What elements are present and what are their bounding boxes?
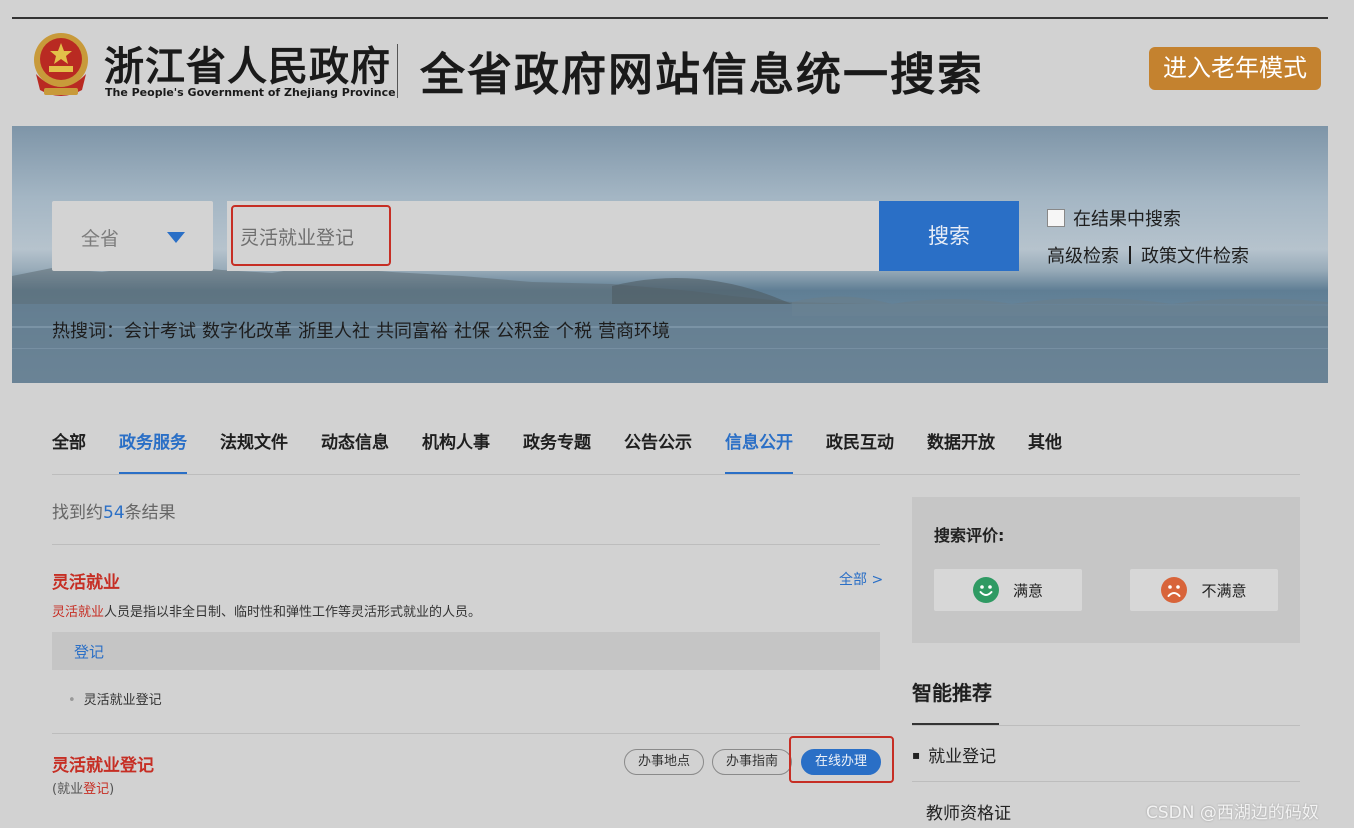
hot-word[interactable]: 个税 — [556, 321, 592, 342]
tab-regulations[interactable]: 法规文件 — [220, 428, 288, 474]
count-suffix: 条结果 — [124, 503, 176, 523]
bullet-icon: ▪ — [912, 748, 921, 762]
category-tabs: 全部 政务服务 法规文件 动态信息 机构人事 政务专题 公告公示 信息公开 政民… — [52, 428, 1062, 474]
tab-open-data[interactable]: 数据开放 — [927, 428, 995, 474]
scope-select[interactable]: 全省 — [52, 201, 213, 271]
top-rule — [12, 17, 1328, 19]
unsatisfied-label: 不满意 — [1201, 581, 1247, 600]
count-number: 54 — [103, 503, 125, 523]
hot-word[interactable]: 会计考试 — [124, 321, 196, 342]
hot-word[interactable]: 社保 — [454, 321, 490, 342]
category-link[interactable]: 登记 — [74, 641, 104, 662]
policy-search-link[interactable]: 政策文件检索 — [1141, 246, 1249, 267]
advanced-search-link[interactable]: 高级检索 — [1047, 246, 1119, 267]
satisfied-label: 满意 — [1012, 581, 1043, 600]
header-divider — [397, 44, 398, 98]
tab-interaction[interactable]: 政民互动 — [826, 428, 894, 474]
result-category-bar: 登记 — [52, 632, 880, 670]
search-in-results-label: 在结果中搜索 — [1073, 209, 1181, 230]
desc-highlight: 灵活就业 — [52, 605, 105, 620]
result-divider — [52, 733, 880, 734]
tab-all[interactable]: 全部 — [52, 428, 86, 474]
link-separator — [1129, 246, 1131, 264]
result-subtitle: (就业登记) — [52, 778, 114, 797]
search-input[interactable] — [227, 201, 880, 271]
site-title: 全省政府网站信息统一搜索 — [420, 48, 985, 101]
tab-government-services[interactable]: 政务服务 — [119, 428, 187, 474]
office-location-button[interactable]: 办事地点 — [624, 749, 704, 775]
national-emblem-icon — [34, 33, 88, 96]
result-title[interactable]: 灵活就业登记 — [52, 751, 154, 776]
subtitle-text: (就业 — [52, 782, 84, 797]
tabs-divider — [52, 474, 1300, 475]
hot-word[interactable]: 共同富裕 — [376, 321, 448, 342]
tab-info-disclosure[interactable]: 信息公开 — [725, 428, 793, 474]
hot-word[interactable]: 浙里人社 — [298, 321, 370, 342]
hot-word[interactable]: 营商环境 — [598, 321, 670, 342]
smile-face-icon — [972, 577, 999, 603]
hot-words-label: 热搜词： — [52, 321, 124, 342]
tab-topics[interactable]: 政务专题 — [523, 428, 591, 474]
result-description: 灵活就业人员是指以非全日制、临时性和弹性工作等灵活形式就业的人员。 — [52, 601, 481, 620]
watermark: CSDN @西湖边的码奴 — [1146, 803, 1319, 823]
recommendation-item[interactable]: ▪ 就业登记 — [912, 742, 996, 767]
unsatisfied-button[interactable]: 不满意 — [1130, 569, 1278, 611]
search-in-results-checkbox[interactable] — [1047, 209, 1065, 227]
advanced-links: 高级检索 政策文件检索 — [1047, 242, 1249, 268]
hot-words-row: 热搜词：会计考试 数字化改革 浙里人社 共同富裕 社保 公积金 个税 营商环境 — [52, 317, 676, 343]
tab-news[interactable]: 动态信息 — [321, 428, 389, 474]
subtitle-highlight: 登记 — [83, 782, 110, 797]
recommendation-item[interactable]: 教师资格证 — [926, 799, 1011, 824]
hot-word[interactable]: 数字化改革 — [202, 321, 292, 342]
satisfied-button[interactable]: 满意 — [934, 569, 1082, 611]
result-all-link[interactable]: 全部 > — [839, 569, 883, 589]
result-count: 找到约54条结果 — [52, 498, 176, 523]
dropdown-arrow-icon — [167, 232, 185, 243]
result-sub-item[interactable]: • 灵活就业登记 — [68, 689, 162, 708]
elder-mode-button[interactable]: 进入老年模式 — [1149, 47, 1321, 90]
gov-name-cn: 浙江省人民政府 — [104, 43, 391, 90]
subtitle-text: ) — [109, 782, 115, 797]
bullet-icon: • — [68, 693, 76, 708]
recommendation-underline — [912, 723, 999, 725]
hot-word[interactable]: 公积金 — [496, 321, 550, 342]
result-title[interactable]: 灵活就业 — [52, 568, 120, 593]
tab-other[interactable]: 其他 — [1028, 428, 1062, 474]
search-evaluation-panel: 搜索评价: 满意 不满意 — [912, 497, 1300, 643]
scope-value: 全省 — [81, 228, 120, 250]
recommendation-title: 智能推荐 — [912, 681, 992, 705]
online-service-button[interactable]: 在线办理 — [801, 749, 881, 775]
count-prefix: 找到约 — [52, 503, 103, 523]
service-guide-button[interactable]: 办事指南 — [712, 749, 792, 775]
search-button[interactable]: 搜索 — [879, 201, 1019, 271]
tab-personnel[interactable]: 机构人事 — [422, 428, 490, 474]
search-in-results-option[interactable]: 在结果中搜索 — [1047, 205, 1181, 231]
sad-face-icon — [1161, 577, 1188, 603]
recommendation-divider — [912, 725, 1300, 726]
gov-name-en: The People's Government of Zhejiang Prov… — [105, 86, 396, 99]
desc-text: 人员是指以非全日制、临时性和弹性工作等灵活形式就业的人员。 — [104, 605, 482, 620]
sub-item-label: 灵活就业登记 — [83, 693, 162, 708]
recommendation-label: 就业登记 — [928, 747, 997, 767]
result-divider — [52, 544, 880, 545]
evaluation-title: 搜索评价: — [934, 526, 1005, 545]
tab-announcements[interactable]: 公告公示 — [624, 428, 692, 474]
recommendation-divider — [912, 781, 1300, 782]
